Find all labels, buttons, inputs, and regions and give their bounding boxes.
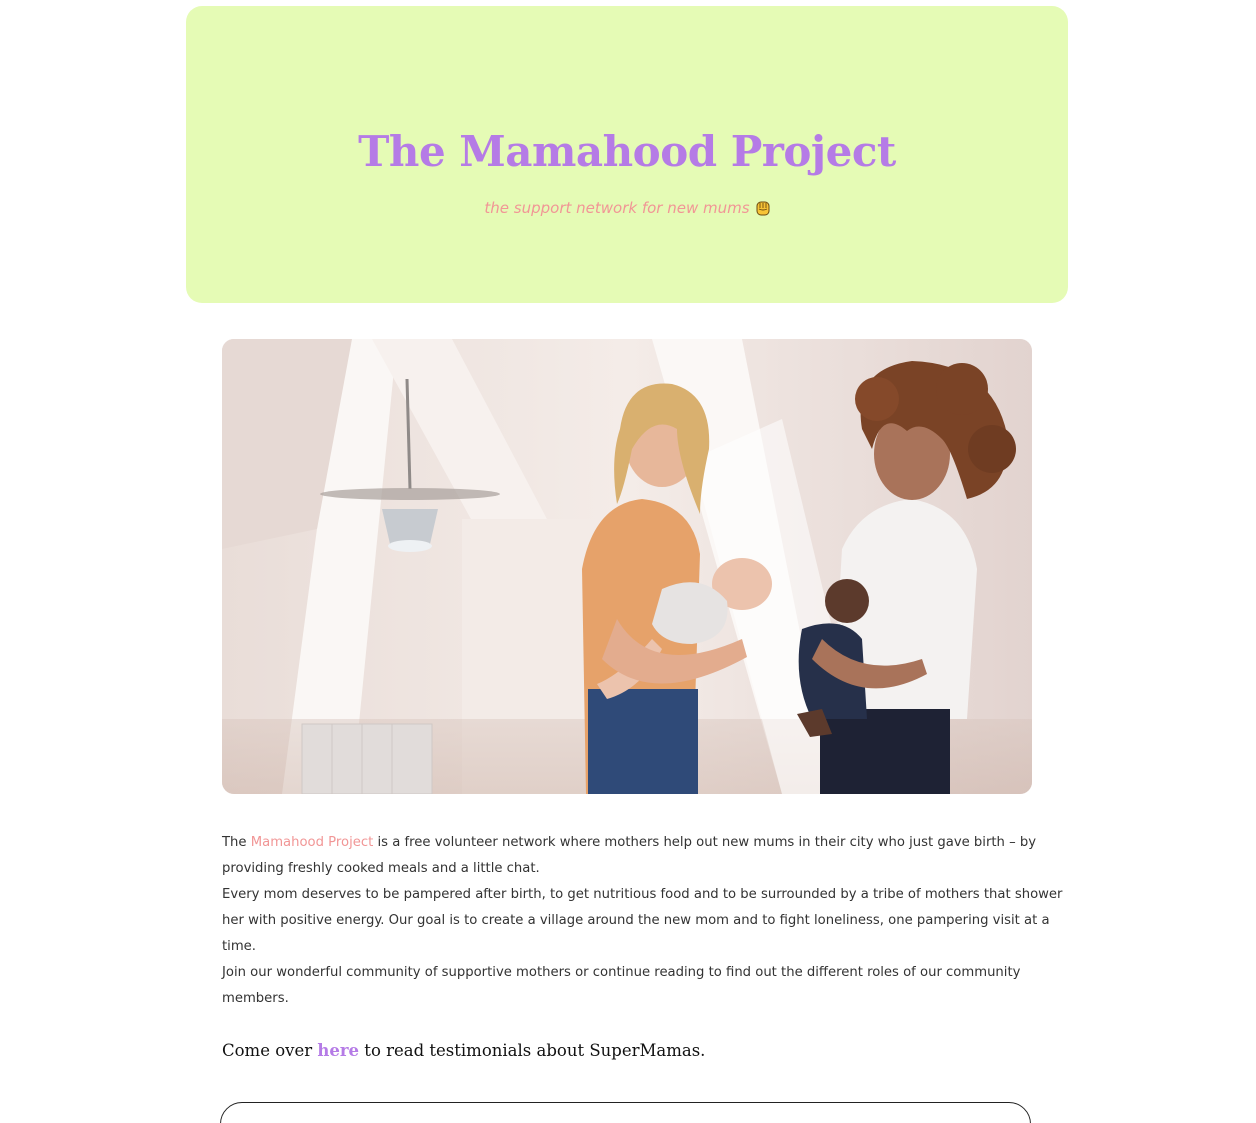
testimonials-link[interactable]: here: [317, 1041, 359, 1060]
hero-photo: [222, 339, 1032, 794]
testimonials-callout: Come over here to read testimonials abou…: [222, 1036, 705, 1066]
intro-line: time.: [222, 939, 256, 954]
intro-paragraph: The Mamahood Project is a free volunteer…: [222, 830, 1063, 1012]
mothers-with-babies-image: [222, 339, 1032, 794]
brand-name: Mamahood Project: [250, 835, 374, 850]
testimonials-text: to read testimonials about SuperMamas.: [359, 1041, 706, 1060]
intro-line: Every mom deserves to be pampered after …: [222, 887, 1063, 902]
testimonials-text: Come over: [222, 1041, 318, 1060]
intro-text: The: [222, 835, 251, 850]
intro-line: her with positive energy. Our goal is to…: [222, 913, 1050, 928]
intro-line: Join our wonderful community of supporti…: [222, 965, 1021, 980]
page-title: The Mamahood Project: [358, 127, 896, 176]
content-card: [220, 1102, 1031, 1123]
intro-text: is a free volunteer network where mother…: [373, 835, 1037, 850]
intro-line: providing freshly cooked meals and a lit…: [222, 861, 540, 876]
raised-fist-icon: [756, 199, 770, 216]
intro-line: members.: [222, 991, 289, 1006]
hero-banner: The Mamahood Project the support network…: [186, 6, 1068, 303]
tagline-text: the support network for new mums: [484, 199, 750, 217]
hero-tagline: the support network for new mums: [186, 196, 1068, 220]
intro-line: The Mamahood Project is a free volunteer…: [222, 830, 1036, 856]
